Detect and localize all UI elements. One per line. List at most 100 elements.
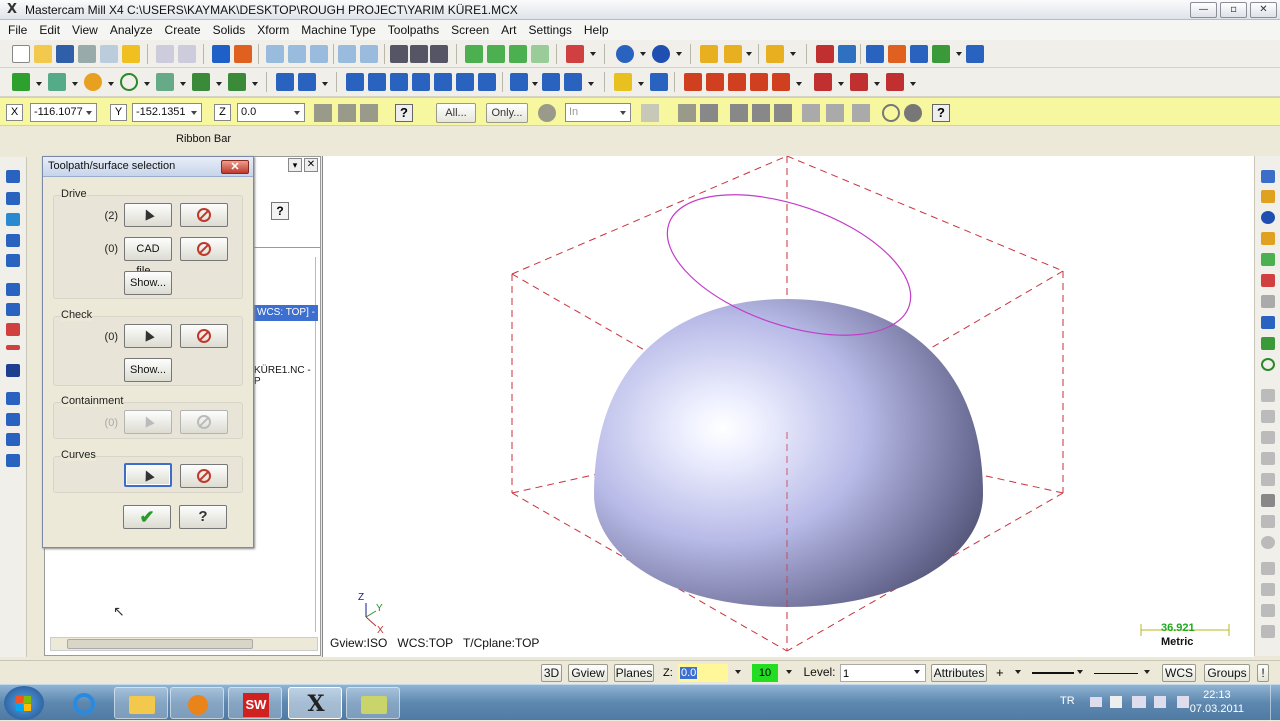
minimize-button[interactable]: — bbox=[1190, 2, 1217, 18]
toolpath-icon[interactable] bbox=[6, 192, 20, 205]
line-icon[interactable] bbox=[48, 73, 66, 91]
pencil-2-icon[interactable] bbox=[724, 45, 742, 63]
wand-icon[interactable] bbox=[766, 45, 784, 63]
xform-rotate-icon[interactable] bbox=[390, 73, 408, 91]
multiaxis-icon[interactable] bbox=[6, 392, 20, 405]
select-vector-icon[interactable] bbox=[752, 104, 770, 122]
action-center-icon[interactable] bbox=[1110, 696, 1122, 708]
tool-f-icon[interactable] bbox=[1261, 494, 1275, 507]
menu-xform[interactable]: Xform bbox=[251, 23, 295, 37]
xform-stretch-icon[interactable] bbox=[456, 73, 474, 91]
pocket-icon[interactable] bbox=[6, 254, 20, 267]
mastercam-taskbar-icon[interactable]: X bbox=[288, 687, 342, 719]
panel-horizontal-scrollbar[interactable] bbox=[50, 637, 318, 651]
redo-icon[interactable] bbox=[178, 45, 196, 63]
start-button[interactable] bbox=[4, 686, 44, 720]
selection-mask-icon[interactable] bbox=[360, 104, 378, 122]
fit-icon[interactable] bbox=[266, 45, 284, 63]
note-icon[interactable] bbox=[542, 73, 560, 91]
panel-help-icon[interactable]: ? bbox=[271, 202, 289, 220]
gview-button[interactable]: Gview bbox=[568, 664, 608, 682]
open-file-icon[interactable] bbox=[34, 45, 52, 63]
surface-finish-icon[interactable] bbox=[6, 323, 20, 336]
chain-icon[interactable] bbox=[641, 104, 659, 122]
dialog-close-button[interactable]: ✕ bbox=[221, 160, 249, 174]
tool-a-icon[interactable] bbox=[1261, 389, 1275, 402]
ellipse-icon[interactable] bbox=[120, 73, 138, 91]
settings-gear-icon[interactable] bbox=[538, 104, 556, 122]
sphere-icon[interactable] bbox=[1261, 211, 1275, 224]
cycle-icon[interactable] bbox=[1261, 295, 1275, 308]
menu-toolpaths[interactable]: Toolpaths bbox=[382, 23, 445, 37]
stock-icon[interactable] bbox=[814, 73, 832, 91]
hand-icon[interactable] bbox=[866, 45, 884, 63]
face-icon[interactable] bbox=[6, 283, 20, 296]
tray-expand-icon[interactable] bbox=[1090, 697, 1102, 707]
select-area-icon[interactable] bbox=[774, 104, 792, 122]
pencil-icon[interactable] bbox=[700, 45, 718, 63]
select-all-button[interactable]: All... bbox=[436, 103, 476, 123]
extra-button[interactable]: ! bbox=[1257, 664, 1269, 682]
zoom-selected-icon[interactable] bbox=[360, 45, 378, 63]
ellipse-tool-icon[interactable] bbox=[1261, 358, 1275, 371]
cad-file-button[interactable]: CAD file... bbox=[124, 237, 172, 277]
menu-machine-type[interactable]: Machine Type bbox=[295, 23, 382, 37]
menu-analyze[interactable]: Analyze bbox=[104, 23, 159, 37]
select-window-icon[interactable] bbox=[700, 104, 718, 122]
drive-remove-button[interactable] bbox=[180, 203, 228, 227]
deselect-icon[interactable] bbox=[882, 104, 900, 122]
drive-show-button[interactable]: Show... bbox=[124, 271, 172, 295]
attributes-button[interactable]: Attributes bbox=[931, 664, 987, 682]
xform-mirror-icon[interactable] bbox=[368, 73, 386, 91]
planes-button[interactable]: Planes bbox=[614, 664, 654, 682]
fixture-icon[interactable] bbox=[772, 73, 790, 91]
circle-mill-icon[interactable] bbox=[6, 413, 20, 426]
tool-d-icon[interactable] bbox=[1261, 452, 1275, 465]
mill-icon[interactable] bbox=[1261, 316, 1275, 329]
view-front-icon[interactable] bbox=[487, 45, 505, 63]
transform-op-icon[interactable] bbox=[6, 433, 20, 446]
wcs-button[interactable]: WCS bbox=[1162, 664, 1196, 682]
line-style-icon[interactable] bbox=[1032, 672, 1074, 674]
tool-h-icon[interactable] bbox=[1261, 536, 1275, 549]
help-button[interactable]: ? bbox=[179, 505, 227, 529]
arc-icon[interactable] bbox=[84, 73, 102, 91]
operation-item-selected[interactable]: WCS: TOP] - bbox=[254, 305, 318, 321]
cad-remove-button[interactable] bbox=[180, 237, 228, 261]
point-icon[interactable] bbox=[12, 73, 30, 91]
move-icon[interactable] bbox=[966, 45, 984, 63]
autocursor-icon[interactable] bbox=[338, 104, 356, 122]
light-icon[interactable] bbox=[614, 73, 632, 91]
color-field[interactable]: 10 bbox=[752, 664, 778, 682]
tool-g-icon[interactable] bbox=[1261, 515, 1275, 528]
globe-icon[interactable] bbox=[616, 45, 634, 63]
close-window-button[interactable]: ✕ bbox=[1250, 2, 1277, 18]
groups-button[interactable]: Groups bbox=[1204, 664, 1250, 682]
trim-tool-icon[interactable] bbox=[6, 345, 20, 350]
layers-icon[interactable] bbox=[1261, 170, 1275, 183]
xform-scale-icon[interactable] bbox=[412, 73, 430, 91]
menu-help[interactable]: Help bbox=[578, 23, 615, 37]
sphere-shade-icon[interactable] bbox=[652, 45, 670, 63]
panel-close-icon[interactable]: ✕ bbox=[304, 158, 318, 172]
tool-i-icon[interactable] bbox=[1261, 562, 1275, 575]
graphics-viewport[interactable]: Z Y X Gview:ISO WCS:TOP T/Cplane:TOP 36.… bbox=[322, 155, 1254, 657]
view-side-icon[interactable] bbox=[509, 45, 527, 63]
tool-2-icon[interactable] bbox=[410, 45, 428, 63]
view-iso-icon[interactable] bbox=[531, 45, 549, 63]
verify-icon-right[interactable] bbox=[1261, 337, 1275, 350]
check-show-button[interactable]: Show... bbox=[124, 358, 172, 382]
help-icon-2[interactable]: ? bbox=[932, 104, 950, 122]
grid-icon[interactable] bbox=[838, 45, 856, 63]
power-icon[interactable] bbox=[1154, 696, 1166, 708]
menu-screen[interactable]: Screen bbox=[445, 23, 495, 37]
notes-icon[interactable] bbox=[346, 687, 400, 719]
view-top-icon[interactable] bbox=[465, 45, 483, 63]
solid-cut-icon[interactable] bbox=[6, 364, 20, 377]
unzoom-icon[interactable] bbox=[338, 45, 356, 63]
x-coordinate-field[interactable]: -116.1077 bbox=[30, 103, 97, 122]
drill-icon[interactable] bbox=[6, 234, 20, 247]
solid-icon[interactable] bbox=[228, 73, 246, 91]
menu-settings[interactable]: Settings bbox=[523, 23, 578, 37]
menu-solids[interactable]: Solids bbox=[207, 23, 252, 37]
